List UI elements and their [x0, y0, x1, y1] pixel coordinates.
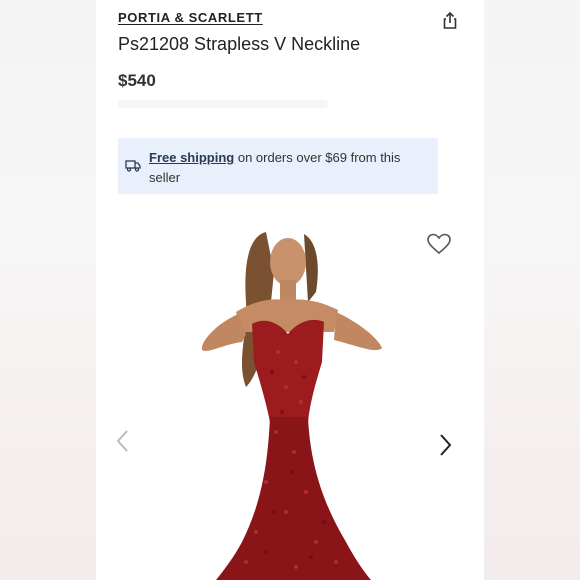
free-shipping-link[interactable]: Free shipping [149, 150, 234, 165]
previous-image-chevron-icon[interactable] [114, 428, 130, 454]
faint-divider [118, 100, 328, 108]
next-image-chevron-icon[interactable] [438, 432, 454, 458]
brand-link[interactable]: PORTIA & SCARLETT [118, 10, 263, 25]
product-image[interactable] [96, 212, 484, 580]
listing-title: Ps21208 Strapless V Neckline [118, 34, 361, 54]
share-icon[interactable] [441, 11, 459, 31]
listing-card: PORTIA & SCARLETT Ps21208 Strapless V Ne… [96, 0, 484, 580]
background-left [0, 0, 96, 580]
shipping-banner: Free shipping on orders over $69 from th… [118, 138, 438, 194]
listing-price: $540 [118, 71, 156, 90]
truck-icon [125, 158, 141, 172]
shipping-text: Free shipping on orders over $69 from th… [149, 148, 429, 188]
background-right [484, 0, 580, 580]
favorite-heart-icon[interactable] [426, 232, 452, 256]
